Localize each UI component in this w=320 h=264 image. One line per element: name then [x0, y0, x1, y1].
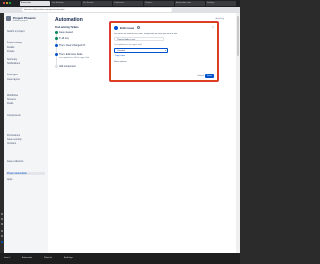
step-label: If: All Any: [59, 37, 69, 40]
edit-issue-icon: [114, 26, 118, 30]
sidebar-item-components[interactable]: Components: [7, 114, 21, 117]
search-icon[interactable]: [1, 218, 3, 220]
sidebar-section-issue-types: Issue types: [7, 74, 18, 76]
browser-tab[interactable]: Jira Software: [51, 1, 81, 6]
rule-heading: Find existing Tickets: [55, 26, 79, 29]
step-label: Issue viewed: [59, 31, 73, 34]
panel-title: Edit issue: [120, 26, 135, 30]
sidebar-item-people[interactable]: People: [7, 50, 14, 53]
main-content: Automation Audit log Find existing Ticke…: [48, 13, 236, 253]
sidebar-item-issue-collectors[interactable]: Issue collectors: [7, 160, 23, 163]
chevron-down-icon: ▾: [164, 50, 166, 52]
browser-tab-bar: Automation Jira Software Jira Service Co…: [0, 0, 240, 7]
step-label: Then: Edit issue fields: [59, 53, 83, 56]
scrollbar[interactable]: [236, 13, 240, 253]
more-options-toggle[interactable]: More options: [114, 61, 127, 63]
copy-value-link[interactable]: Copy value: [115, 55, 125, 57]
save-button[interactable]: Save: [205, 74, 214, 78]
step-label: Add component: [59, 65, 76, 68]
sidebar-item-apps[interactable]: Apps: [7, 178, 12, 181]
taskbar-item[interactable]: Audit logs: [64, 256, 73, 260]
avatar[interactable]: [1, 241, 3, 243]
sidebar-item-screens[interactable]: Screens: [7, 98, 16, 101]
panel-description: Set values for fields on the issue. Simp…: [114, 33, 178, 35]
browser-tab[interactable]: Projects: [144, 1, 174, 6]
field-select[interactable]: Created ▾: [114, 48, 168, 53]
add-component-button[interactable]: Add component: [55, 65, 76, 68]
project-type: Software project: [13, 20, 28, 22]
cancel-button[interactable]: Cancel: [197, 75, 204, 77]
close-icon[interactable]: ×: [212, 25, 214, 29]
maximize-window-icon[interactable]: [9, 2, 11, 4]
project-sidebar: Project Phoenix Software project Switch …: [4, 13, 49, 253]
sidebar-section-settings: Project settings: [7, 42, 23, 44]
rule-step-condition[interactable]: If: All Any: [55, 37, 69, 40]
rule-step-action[interactable]: Then: Clear Changed Of: [55, 44, 85, 47]
sidebar-item-permissions[interactable]: Permissions: [7, 134, 20, 137]
page-title: Automation: [55, 17, 83, 23]
plus-icon: [55, 65, 58, 68]
browser-tab[interactable]: Jira Service: [82, 1, 112, 6]
field-label: Last updated on the upper field: [114, 44, 142, 46]
sidebar-item-issue-security[interactable]: Issue security: [7, 138, 22, 141]
taskbar-item[interactable]: Issue 1: [4, 256, 10, 260]
window-controls: [3, 2, 11, 4]
sidebar-item-summary[interactable]: Summary: [7, 58, 17, 61]
step-subtitle: Last updated on all the upper field: [59, 57, 90, 59]
address-bar[interactable]: atlassian.net/jira/software/projects/aut…: [22, 8, 172, 12]
sidebar-item-versions[interactable]: Versions: [7, 142, 16, 145]
action-icon: [55, 44, 58, 47]
sidebar-item-switch[interactable]: Switch to project: [7, 30, 25, 33]
sidebar-item-notifications[interactable]: Notifications: [7, 62, 20, 65]
help-icon[interactable]: [137, 26, 140, 29]
minimize-window-icon[interactable]: [6, 2, 8, 4]
sidebar-item-issue-layout[interactable]: Issue layout: [7, 78, 20, 81]
condition-icon: [55, 37, 58, 40]
edit-icon: [55, 53, 58, 56]
step-label: Then: Clear Changed Of: [59, 44, 86, 47]
browser-tab[interactable]: Automation: [20, 1, 50, 6]
help-icon[interactable]: [1, 235, 3, 237]
taskbar-item[interactable]: Automation: [22, 256, 32, 260]
edit-issue-panel: Edit issue × Set values for fields on th…: [110, 22, 218, 81]
star-icon[interactable]: [1, 213, 3, 215]
field-select-value: Created: [117, 50, 125, 52]
sidebar-item-workflows[interactable]: Workflows: [7, 94, 18, 97]
sidebar-item-fields[interactable]: Fields: [7, 102, 13, 105]
taskbar-item[interactable]: Rules list: [44, 256, 52, 260]
sidebar-item-details[interactable]: Details: [7, 46, 14, 49]
audit-log-link[interactable]: Audit log: [215, 18, 224, 20]
scrollbar-thumb[interactable]: [237, 16, 239, 56]
browser-tab[interactable]: Confluence: [113, 1, 143, 6]
create-icon[interactable]: [1, 223, 3, 225]
choose-fields-input[interactable]: Choose fields to set...: [114, 37, 164, 41]
sidebar-item-project-automation[interactable]: Project automation: [6, 172, 45, 175]
close-window-icon[interactable]: [3, 2, 5, 4]
browser-tab[interactable]: Automation rules: [175, 1, 205, 6]
notifications-icon[interactable]: [1, 230, 3, 232]
rule-step-trigger[interactable]: Issue viewed: [55, 31, 73, 34]
project-logo-icon: [6, 16, 11, 21]
taskbar: Issue 1 Automation Rules list Audit logs: [0, 253, 240, 264]
trigger-icon: [55, 31, 58, 34]
rule-step-edit-issue[interactable]: Then: Edit issue fields: [55, 53, 82, 56]
browser-tab[interactable]: Settings: [206, 1, 236, 6]
